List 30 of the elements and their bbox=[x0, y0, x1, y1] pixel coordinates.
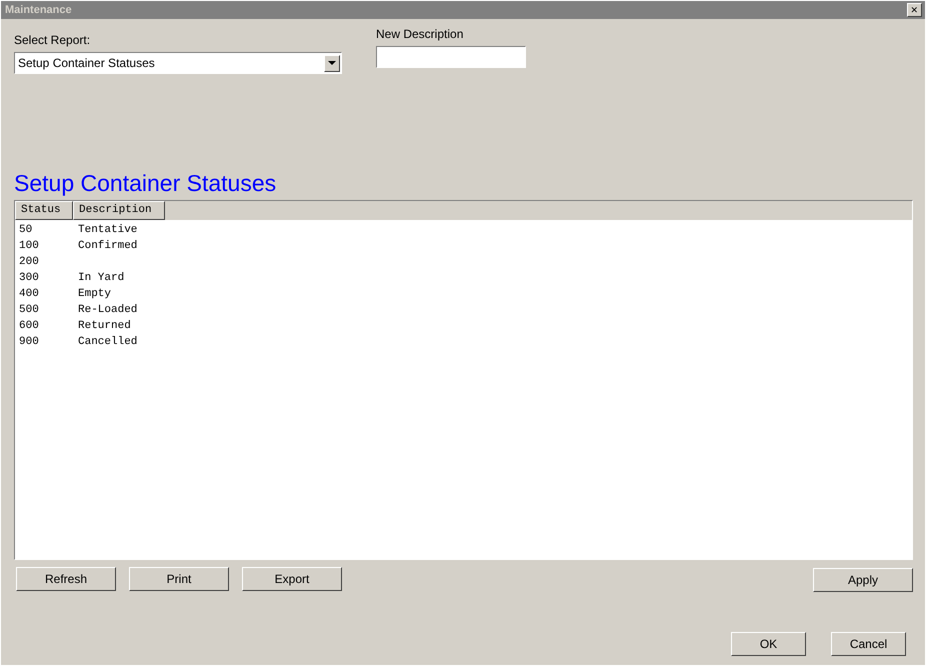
table-cell-text: 900 bbox=[19, 335, 40, 350]
table-cell-text: 600 bbox=[19, 319, 40, 334]
button[interactable]: Apply bbox=[813, 568, 913, 592]
button[interactable]: OK bbox=[731, 632, 806, 656]
table-cell-text: 100 bbox=[19, 239, 40, 254]
table-cell-text: 200 bbox=[19, 255, 40, 270]
table-cell-text: 400 bbox=[19, 287, 40, 302]
window-title: Maintenance bbox=[5, 2, 72, 18]
table-cell-text: Returned bbox=[78, 319, 132, 334]
table-cell-text: Tentative bbox=[78, 223, 138, 238]
field-label: Select Report: bbox=[14, 32, 92, 49]
table-cell-text: Empty bbox=[78, 287, 112, 302]
table-cell-text: 50 bbox=[19, 223, 34, 238]
close-button[interactable]: ✕ bbox=[907, 3, 922, 17]
field-label: New Description bbox=[376, 26, 464, 43]
input-field[interactable] bbox=[376, 46, 526, 68]
button[interactable]: Export bbox=[242, 567, 342, 591]
table-cell-text: 500 bbox=[19, 303, 40, 318]
column-header[interactable]: Status bbox=[15, 201, 73, 220]
table-cell-text: Re-Loaded bbox=[78, 303, 138, 318]
table-cell-text: 300 bbox=[19, 271, 40, 286]
table-cell-text: Cancelled bbox=[78, 335, 138, 350]
button[interactable]: Refresh bbox=[16, 567, 116, 591]
report-heading: Setup Container Statuses bbox=[14, 170, 278, 196]
table-cell-text: Confirmed bbox=[78, 239, 138, 254]
report-dropdown[interactable]: Setup Container Statuses bbox=[14, 52, 342, 74]
table-cell-text: In Yard bbox=[78, 271, 126, 286]
button[interactable]: Cancel bbox=[831, 632, 906, 656]
column-header[interactable]: Description bbox=[73, 201, 165, 220]
button[interactable]: Print bbox=[129, 567, 229, 591]
